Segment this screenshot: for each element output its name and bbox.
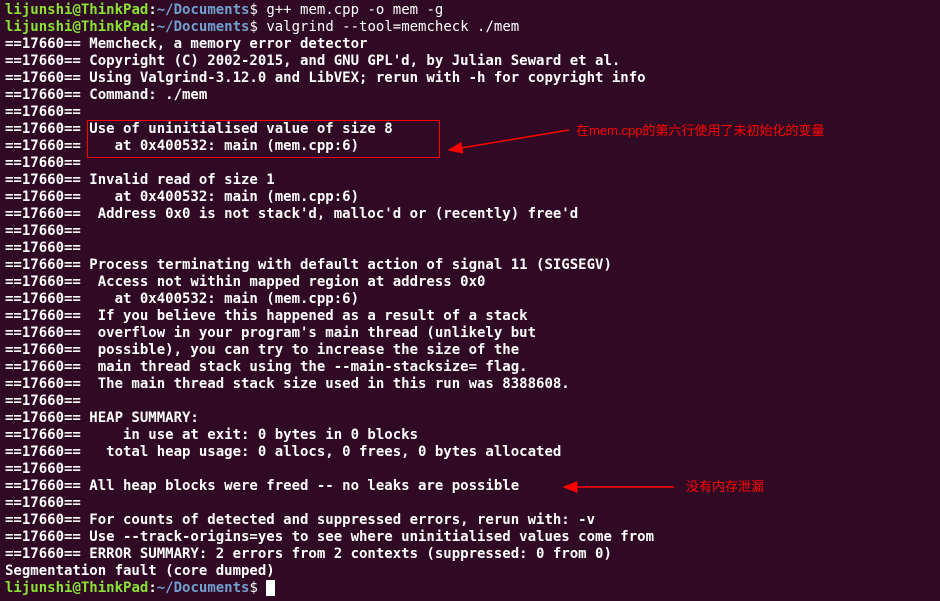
prompt-line-2: lijunshi@ThinkPad:~/Documents$ valgrind …	[5, 19, 935, 36]
command-text[interactable]: g++ mem.cpp -o mem -g	[266, 2, 443, 18]
prompt-line-1: lijunshi@ThinkPad:~/Documents$ g++ mem.c…	[5, 2, 935, 19]
output-line: ==17660==	[5, 223, 935, 240]
output-line: ==17660== HEAP SUMMARY:	[5, 410, 935, 427]
output-line: ==17660== at 0x400532: main (mem.cpp:6)	[5, 189, 935, 206]
output-line: ==17660== If you believe this happened a…	[5, 308, 935, 325]
output-line: ==17660== Using Valgrind-3.12.0 and LibV…	[5, 70, 935, 87]
output-line: ==17660==	[5, 461, 935, 478]
path: ~/Documents	[157, 19, 250, 35]
output-line: ==17660==	[5, 104, 935, 121]
colon: :	[148, 580, 156, 596]
output-line: ==17660== The main thread stack size use…	[5, 376, 935, 393]
command-text[interactable]: valgrind --tool=memcheck ./mem	[266, 19, 519, 35]
at: @	[72, 19, 80, 35]
output-line: ==17660== Process terminating with defau…	[5, 257, 935, 274]
annotation-1: 在mem.cpp的第六行使用了未初始化的变量	[576, 122, 824, 139]
colon: :	[148, 2, 156, 18]
output-line: ==17660== overflow in your program's mai…	[5, 325, 935, 342]
output-line: ==17660== Access not within mapped regio…	[5, 274, 935, 291]
prompt-line-3[interactable]: lijunshi@ThinkPad:~/Documents$	[5, 580, 935, 597]
output-line: ==17660== Invalid read of size 1	[5, 172, 935, 189]
cursor	[266, 580, 275, 596]
dollar: $	[249, 19, 266, 35]
output-line: ==17660== Copyright (C) 2002-2015, and G…	[5, 53, 935, 70]
host: ThinkPad	[81, 2, 148, 18]
dollar: $	[249, 580, 266, 596]
output-line: ==17660==	[5, 240, 935, 257]
annotation-2: 没有内存泄漏	[686, 478, 764, 495]
at: @	[72, 2, 80, 18]
output-line: ==17660==	[5, 155, 935, 172]
output-line: ==17660== in use at exit: 0 bytes in 0 b…	[5, 427, 935, 444]
at: @	[72, 580, 80, 596]
output-line: ==17660== at 0x400532: main (mem.cpp:6)	[5, 138, 935, 155]
user: lijunshi	[5, 2, 72, 18]
output-line: ==17660== possible), you can try to incr…	[5, 342, 935, 359]
colon: :	[148, 19, 156, 35]
output-line: ==17660== ERROR SUMMARY: 2 errors from 2…	[5, 546, 935, 563]
output-line: ==17660==	[5, 393, 935, 410]
output-line: ==17660==	[5, 495, 935, 512]
output-line: ==17660== Command: ./mem	[5, 87, 935, 104]
user: lijunshi	[5, 580, 72, 596]
output-line: ==17660== at 0x400532: main (mem.cpp:6)	[5, 291, 935, 308]
output-line: ==17660== Use --track-origins=yes to see…	[5, 529, 935, 546]
dollar: $	[249, 2, 266, 18]
terminal-output: lijunshi@ThinkPad:~/Documents$ g++ mem.c…	[5, 2, 935, 597]
output-line: ==17660== Memcheck, a memory error detec…	[5, 36, 935, 53]
output-line: ==17660== For counts of detected and sup…	[5, 512, 935, 529]
host: ThinkPad	[81, 19, 148, 35]
output-line: ==17660== All heap blocks were freed -- …	[5, 478, 935, 495]
output-line: ==17660== main thread stack using the --…	[5, 359, 935, 376]
host: ThinkPad	[81, 580, 148, 596]
user: lijunshi	[5, 19, 72, 35]
output-line: ==17660== Address 0x0 is not stack'd, ma…	[5, 206, 935, 223]
path: ~/Documents	[157, 580, 250, 596]
output-line: ==17660== total heap usage: 0 allocs, 0 …	[5, 444, 935, 461]
output-line: Segmentation fault (core dumped)	[5, 563, 935, 580]
path: ~/Documents	[157, 2, 250, 18]
